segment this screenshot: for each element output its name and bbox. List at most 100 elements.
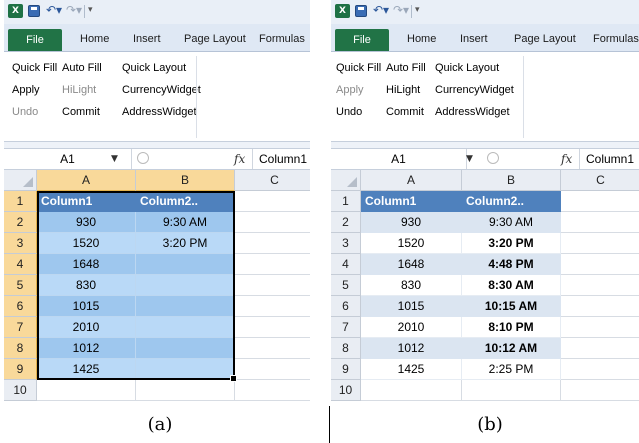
cancel-edit-icon[interactable] — [487, 152, 499, 164]
redo-icon[interactable]: ↷▾ — [393, 3, 413, 18]
insert-function-icon[interactable]: fx — [234, 149, 245, 169]
insert-function-icon[interactable]: fx — [561, 149, 572, 169]
quick-fill-button[interactable]: Quick Fill — [12, 58, 57, 78]
addresswidget-button[interactable]: AddressWidget — [435, 102, 510, 122]
cell-a6[interactable]: 1015 — [361, 296, 462, 317]
apply-button[interactable]: Apply — [12, 80, 40, 100]
cell-b6[interactable] — [136, 296, 235, 317]
cell-a5[interactable]: 830 — [37, 275, 136, 296]
cell-c3[interactable] — [561, 233, 639, 254]
cell-b3[interactable]: 3:20 PM — [136, 233, 235, 254]
cell-c1[interactable] — [561, 191, 639, 212]
cell-c2[interactable] — [561, 212, 639, 233]
cell-a3[interactable]: 1520 — [37, 233, 136, 254]
worksheet-grid[interactable]: A B C 1 Column1 Column2.. 2 930 9:30 AM 3 1520 3:20… — [4, 170, 310, 406]
cell-c10[interactable] — [235, 380, 310, 401]
column-header-c[interactable]: C — [235, 170, 310, 191]
row-header-1[interactable]: 1 — [331, 191, 361, 212]
tab-formulas[interactable]: Formulas — [593, 30, 639, 48]
cell-c4[interactable] — [561, 254, 639, 275]
column-header-b[interactable]: B — [136, 170, 235, 191]
row-header-2[interactable]: 2 — [331, 212, 361, 233]
cell-c4[interactable] — [235, 254, 310, 275]
cell-a2[interactable]: 930 — [37, 212, 136, 233]
cell-b5[interactable] — [136, 275, 235, 296]
hilight-button[interactable]: HiLight — [386, 80, 420, 100]
tab-home[interactable]: Home — [80, 30, 109, 48]
tab-file[interactable]: File — [8, 29, 62, 51]
cell-b6[interactable]: 10:15 AM — [462, 296, 561, 317]
save-icon[interactable] — [355, 5, 367, 17]
tab-insert[interactable]: Insert — [133, 30, 161, 48]
auto-fill-button[interactable]: Auto Fill — [386, 58, 426, 78]
cell-b4[interactable] — [136, 254, 235, 275]
quick-layout-button[interactable]: Quick Layout — [435, 58, 499, 78]
cell-c3[interactable] — [235, 233, 310, 254]
row-header-3[interactable]: 3 — [331, 233, 361, 254]
cell-a7[interactable]: 2010 — [37, 317, 136, 338]
select-all-corner[interactable] — [4, 170, 37, 191]
quick-layout-button[interactable]: Quick Layout — [122, 58, 186, 78]
cell-a3[interactable]: 1520 — [361, 233, 462, 254]
cell-c1[interactable] — [235, 191, 310, 212]
row-header-5[interactable]: 5 — [331, 275, 361, 296]
cell-b2[interactable]: 9:30 AM — [136, 212, 235, 233]
cell-c7[interactable] — [235, 317, 310, 338]
undo-icon[interactable]: ↶▾ — [373, 3, 393, 18]
cell-b5[interactable]: 8:30 AM — [462, 275, 561, 296]
tab-file[interactable]: File — [335, 29, 389, 51]
save-icon[interactable] — [28, 5, 40, 17]
cell-b10[interactable] — [136, 380, 235, 401]
cell-a5[interactable]: 830 — [361, 275, 462, 296]
cell-c6[interactable] — [235, 296, 310, 317]
column-header-a[interactable]: A — [37, 170, 136, 191]
cell-c9[interactable] — [561, 359, 639, 380]
quick-fill-button[interactable]: Quick Fill — [336, 58, 381, 78]
cancel-edit-icon[interactable] — [137, 152, 149, 164]
row-header-9[interactable]: 9 — [4, 359, 37, 380]
customize-qat-icon[interactable]: ▾ — [88, 3, 100, 18]
cell-c5[interactable] — [561, 275, 639, 296]
cell-b7[interactable]: 8:10 PM — [462, 317, 561, 338]
cell-b10[interactable] — [462, 380, 561, 401]
column-header-c[interactable]: C — [561, 170, 639, 191]
table-header-cell[interactable]: Column2.. — [462, 191, 561, 212]
cell-a4[interactable]: 1648 — [361, 254, 462, 275]
row-header-10[interactable]: 10 — [4, 380, 37, 401]
cell-b8[interactable] — [136, 338, 235, 359]
table-header-cell[interactable]: Column1 — [361, 191, 462, 212]
cell-c6[interactable] — [561, 296, 639, 317]
cell-a9[interactable]: 1425 — [361, 359, 462, 380]
name-box[interactable]: A1 — [331, 149, 467, 169]
row-header-4[interactable]: 4 — [4, 254, 37, 275]
tab-home[interactable]: Home — [407, 30, 436, 48]
name-box-dropdown-icon[interactable]: ▼ — [111, 149, 118, 169]
row-header-6[interactable]: 6 — [4, 296, 37, 317]
row-header-9[interactable]: 9 — [331, 359, 361, 380]
undo-button[interactable]: Undo — [12, 102, 38, 122]
cell-b9[interactable] — [136, 359, 235, 380]
row-header-7[interactable]: 7 — [4, 317, 37, 338]
row-header-8[interactable]: 8 — [4, 338, 37, 359]
hilight-button[interactable]: HiLight — [62, 80, 96, 100]
cell-b9[interactable]: 2:25 PM — [462, 359, 561, 380]
cell-c5[interactable] — [235, 275, 310, 296]
name-box-dropdown-icon[interactable]: ▼ — [466, 149, 473, 169]
cell-c8[interactable] — [235, 338, 310, 359]
table-header-cell[interactable]: Column1 — [37, 191, 136, 212]
cell-c9[interactable] — [235, 359, 310, 380]
row-header-7[interactable]: 7 — [331, 317, 361, 338]
row-header-1[interactable]: 1 — [4, 191, 37, 212]
cell-a4[interactable]: 1648 — [37, 254, 136, 275]
tab-page-layout[interactable]: Page Layout — [514, 30, 576, 48]
commit-button[interactable]: Commit — [386, 102, 424, 122]
tab-formulas[interactable]: Formulas — [259, 30, 305, 48]
cell-b7[interactable] — [136, 317, 235, 338]
cell-c2[interactable] — [235, 212, 310, 233]
auto-fill-button[interactable]: Auto Fill — [62, 58, 102, 78]
select-all-corner[interactable] — [331, 170, 361, 191]
formula-input[interactable]: Column1 — [579, 149, 634, 169]
cell-c10[interactable] — [561, 380, 639, 401]
row-header-10[interactable]: 10 — [331, 380, 361, 401]
column-header-a[interactable]: A — [361, 170, 462, 191]
